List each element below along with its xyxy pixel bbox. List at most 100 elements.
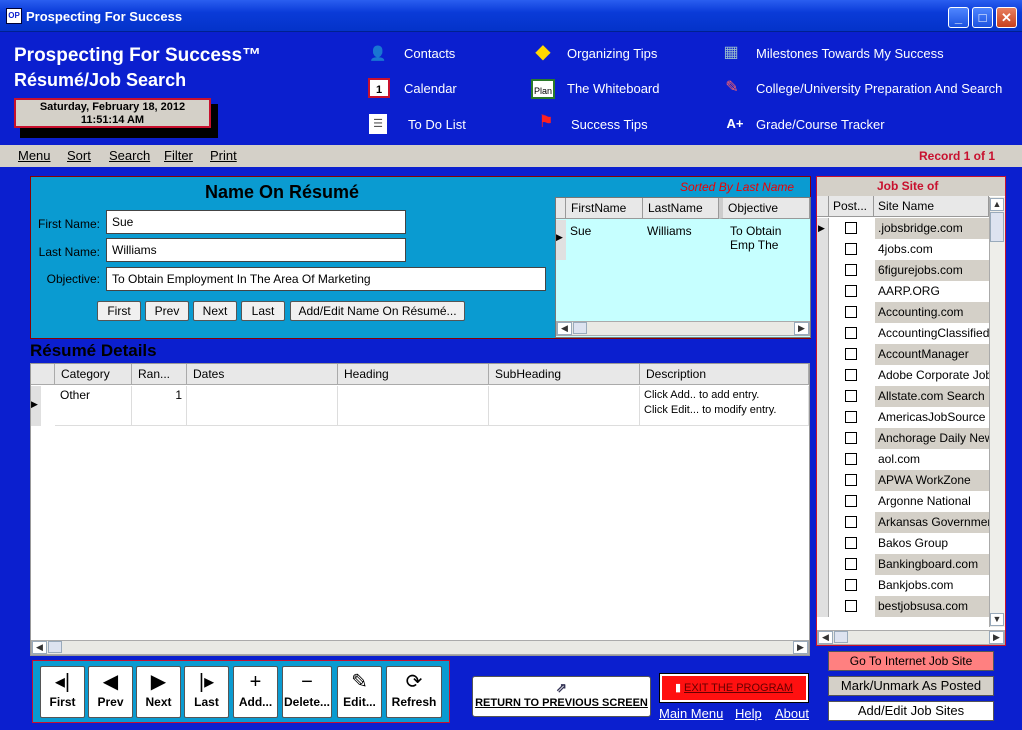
map-icon[interactable]: ▦ bbox=[720, 43, 742, 63]
job-site-name[interactable]: Bankingboard.com bbox=[875, 554, 989, 575]
nav-success-tips[interactable]: Success Tips bbox=[571, 117, 648, 132]
name-grid-col-objective[interactable]: Objective bbox=[719, 198, 810, 219]
posted-checkbox[interactable] bbox=[845, 516, 857, 528]
job-site-name[interactable]: 4jobs.com bbox=[875, 239, 989, 260]
job-row-selector[interactable] bbox=[817, 365, 829, 386]
name-grid-cell-first[interactable]: Sue bbox=[566, 222, 643, 240]
help-link[interactable]: Help bbox=[735, 706, 762, 721]
name-next-button[interactable]: Next bbox=[193, 301, 237, 321]
job-site-name[interactable]: Argonne National bbox=[875, 491, 989, 512]
job-site-name[interactable]: Allstate.com Search bbox=[875, 386, 989, 407]
menu-search[interactable]: Search bbox=[109, 148, 150, 163]
nav-organizing-tips[interactable]: Organizing Tips bbox=[567, 46, 657, 61]
flag-icon[interactable]: ⚑ bbox=[535, 112, 557, 132]
scroll-left-icon[interactable]: ◀ bbox=[557, 322, 572, 335]
job-sites-vscrollbar[interactable] bbox=[989, 197, 1005, 627]
job-site-name[interactable]: Anchorage Daily News bbox=[875, 428, 989, 449]
job-row-selector[interactable] bbox=[817, 596, 829, 617]
menu-sort[interactable]: Sort bbox=[67, 148, 91, 163]
main-menu-link[interactable]: Main Menu bbox=[659, 706, 723, 721]
job-site-row[interactable]: 6figurejobs.com bbox=[817, 260, 989, 281]
job-scroll-right-icon[interactable]: ▶ bbox=[989, 631, 1004, 644]
toolbar-edit-button[interactable]: ✎ Edit... bbox=[337, 666, 382, 718]
job-site-name[interactable]: AccountingClassifieds bbox=[875, 323, 989, 344]
scroll-thumb[interactable] bbox=[573, 322, 587, 334]
nav-college-preparation[interactable]: College/University Preparation And Searc… bbox=[756, 81, 1002, 96]
posted-checkbox[interactable] bbox=[845, 222, 857, 234]
details-hscrollbar[interactable] bbox=[31, 640, 809, 655]
posted-checkbox[interactable] bbox=[845, 243, 857, 255]
job-scroll-up-icon[interactable]: ▲ bbox=[990, 198, 1004, 211]
job-site-row[interactable]: AccountingClassifieds bbox=[817, 323, 989, 344]
job-row-selector[interactable] bbox=[817, 323, 829, 344]
nav-grade-tracker[interactable]: Grade/Course Tracker bbox=[756, 117, 885, 132]
return-button[interactable]: ⇗ RETURN TO PREVIOUS SCREEN bbox=[472, 676, 651, 717]
name-grid-hscrollbar[interactable] bbox=[556, 321, 810, 336]
name-prev-button[interactable]: Prev bbox=[145, 301, 189, 321]
nav-milestones[interactable]: Milestones Towards My Success bbox=[756, 46, 944, 61]
job-row-selector[interactable] bbox=[817, 470, 829, 491]
job-hscroll-thumb[interactable] bbox=[834, 631, 848, 643]
details-col-heading[interactable]: Heading bbox=[338, 364, 489, 385]
add-edit-job-sites-button[interactable]: Add/Edit Job Sites bbox=[828, 701, 994, 721]
job-site-name[interactable]: AARP.ORG bbox=[875, 281, 989, 302]
details-cell-subheading[interactable] bbox=[489, 386, 640, 426]
last-name-field[interactable]: Williams bbox=[106, 238, 406, 262]
job-site-row[interactable]: ▶ .jobsbridge.com bbox=[817, 218, 989, 239]
job-row-selector[interactable]: ▶ bbox=[817, 218, 829, 239]
objective-field[interactable]: To Obtain Employment In The Area Of Mark… bbox=[106, 267, 546, 291]
job-site-name[interactable]: Bakos Group bbox=[875, 533, 989, 554]
posted-checkbox[interactable] bbox=[845, 264, 857, 276]
details-cell-dates[interactable] bbox=[187, 386, 338, 426]
toolbar-first-button[interactable]: ◂| First bbox=[40, 666, 85, 718]
job-site-row[interactable]: APWA WorkZone bbox=[817, 470, 989, 491]
details-col-rank[interactable]: Ran... bbox=[132, 364, 187, 385]
job-site-row[interactable]: Bakos Group bbox=[817, 533, 989, 554]
posted-checkbox[interactable] bbox=[845, 432, 857, 444]
posted-checkbox[interactable] bbox=[845, 411, 857, 423]
posted-checkbox[interactable] bbox=[845, 537, 857, 549]
job-site-row[interactable]: Bankjobs.com bbox=[817, 575, 989, 596]
job-row-selector[interactable] bbox=[817, 260, 829, 281]
details-col-subheading[interactable]: SubHeading bbox=[489, 364, 640, 385]
first-name-field[interactable]: Sue bbox=[106, 210, 406, 234]
job-row-selector[interactable] bbox=[817, 449, 829, 470]
posted-checkbox[interactable] bbox=[845, 348, 857, 360]
job-site-name[interactable]: Bankjobs.com bbox=[875, 575, 989, 596]
about-link[interactable]: About bbox=[775, 706, 809, 721]
calendar-icon[interactable]: 1 bbox=[368, 78, 390, 98]
job-row-selector[interactable] bbox=[817, 281, 829, 302]
job-site-name[interactable]: Adobe Corporate Jobs bbox=[875, 365, 989, 386]
menu-filter[interactable]: Filter bbox=[164, 148, 193, 163]
maximize-button[interactable]: □ bbox=[972, 7, 993, 28]
add-edit-name-button[interactable]: Add/Edit Name On Résumé... bbox=[290, 301, 465, 321]
job-site-row[interactable]: Anchorage Daily News bbox=[817, 428, 989, 449]
details-cell-description[interactable]: Click Add.. to add entry. Click Edit... … bbox=[640, 386, 809, 426]
exit-button[interactable]: ▮ EXIT THE PROGRAM bbox=[659, 673, 809, 703]
posted-checkbox[interactable] bbox=[845, 474, 857, 486]
posted-checkbox[interactable] bbox=[845, 285, 857, 297]
scroll-right-icon[interactable]: ▶ bbox=[794, 322, 809, 335]
posted-checkbox[interactable] bbox=[845, 558, 857, 570]
toolbar-prev-button[interactable]: ◀ Prev bbox=[88, 666, 133, 718]
details-scroll-right-icon[interactable]: ▶ bbox=[793, 641, 808, 654]
posted-checkbox[interactable] bbox=[845, 369, 857, 381]
job-row-selector[interactable] bbox=[817, 533, 829, 554]
details-col-category[interactable]: Category bbox=[55, 364, 132, 385]
posted-checkbox[interactable] bbox=[845, 306, 857, 318]
toolbar-add-button[interactable]: + Add... bbox=[233, 666, 278, 718]
job-scroll-left-icon[interactable]: ◀ bbox=[818, 631, 833, 644]
job-site-name[interactable]: AccountManager bbox=[875, 344, 989, 365]
job-site-row[interactable]: AARP.ORG bbox=[817, 281, 989, 302]
job-row-selector[interactable] bbox=[817, 302, 829, 323]
name-grid-col-lastname[interactable]: LastName bbox=[643, 198, 719, 219]
job-row-selector[interactable] bbox=[817, 491, 829, 512]
job-row-selector[interactable] bbox=[817, 239, 829, 260]
school-icon[interactable]: ✎ bbox=[721, 78, 743, 98]
name-grid-cell-last[interactable]: Williams bbox=[643, 222, 719, 240]
job-row-selector[interactable] bbox=[817, 344, 829, 365]
job-site-name[interactable]: Accounting.com bbox=[875, 302, 989, 323]
toolbar-delete-button[interactable]: − Delete... bbox=[282, 666, 332, 718]
job-site-row[interactable]: Bankingboard.com bbox=[817, 554, 989, 575]
job-site-name[interactable]: bestjobsusa.com bbox=[875, 596, 989, 617]
